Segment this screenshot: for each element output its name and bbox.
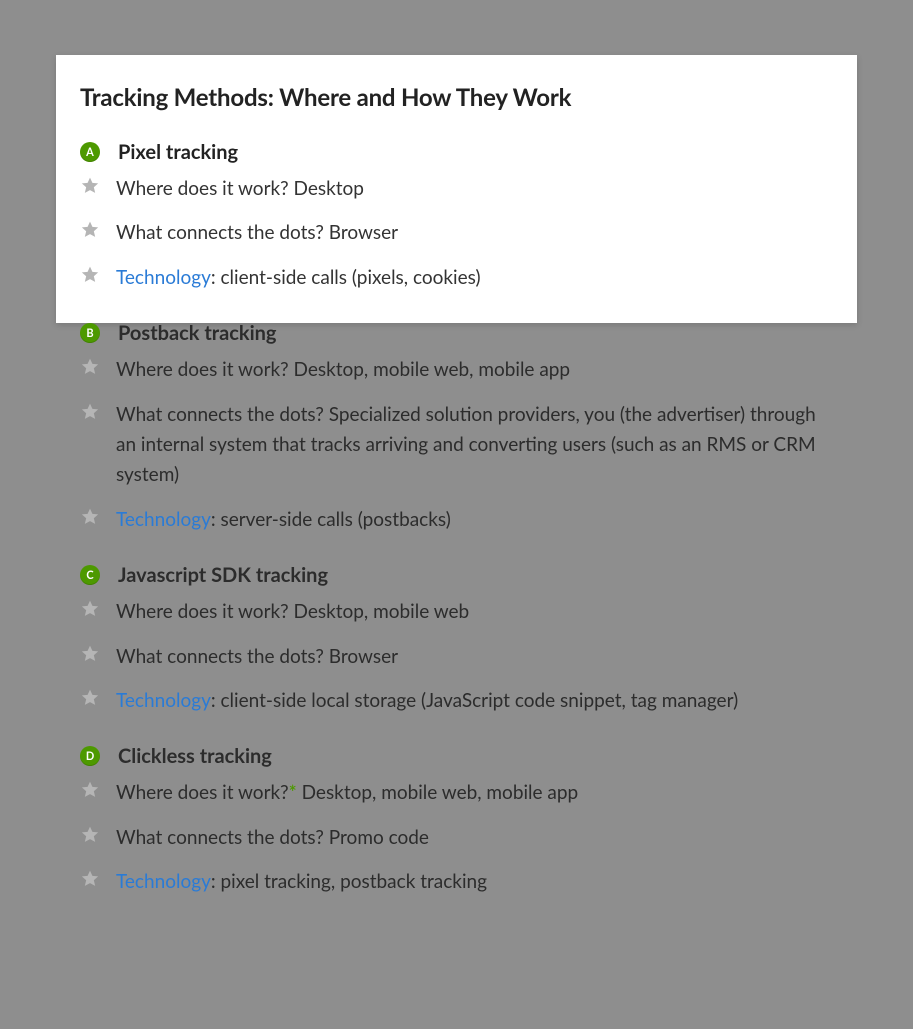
list-item: Where does it work?* Desktop, mobile web… bbox=[80, 778, 833, 808]
row-text: Where does it work? Desktop, mobile web bbox=[116, 597, 469, 627]
row-pretext: Where does it work? bbox=[116, 781, 289, 804]
row-suffix: : pixel tracking, postback tracking bbox=[211, 870, 487, 893]
row-suffix: : client-side calls (pixels, cookies) bbox=[211, 266, 481, 289]
section-badge: D bbox=[80, 746, 100, 766]
section-a: A Pixel tracking Where does it work? Des… bbox=[80, 140, 833, 293]
section-d: D Clickless tracking Where does it work?… bbox=[80, 744, 833, 897]
star-icon bbox=[80, 869, 100, 889]
footnote-asterisk: * bbox=[289, 781, 297, 804]
row-suffix: Desktop, mobile web, mobile app bbox=[297, 781, 578, 804]
star-icon bbox=[80, 507, 100, 527]
star-icon bbox=[80, 825, 100, 845]
section-c: C Javascript SDK tracking Where does it … bbox=[80, 563, 833, 716]
section-title: Pixel tracking bbox=[118, 140, 238, 164]
section-badge: A bbox=[80, 142, 100, 162]
section-header: A Pixel tracking bbox=[80, 140, 833, 164]
list-item: Technology: client-side local storage (J… bbox=[80, 686, 833, 716]
row-suffix: : client-side local storage (JavaScript … bbox=[211, 689, 738, 712]
section-b: B Postback tracking Where does it work? … bbox=[80, 321, 833, 535]
star-icon bbox=[80, 780, 100, 800]
row-text: Technology: client-side calls (pixels, c… bbox=[116, 263, 481, 293]
row-text: What connects the dots? Specialized solu… bbox=[116, 400, 833, 491]
section-title: Postback tracking bbox=[118, 321, 277, 345]
row-text: Technology: pixel tracking, postback tra… bbox=[116, 867, 487, 897]
section-header: D Clickless tracking bbox=[80, 744, 833, 768]
section-header: C Javascript SDK tracking bbox=[80, 563, 833, 587]
row-suffix: : server-side calls (postbacks) bbox=[211, 508, 451, 531]
content-region: Tracking Methods: Where and How They Wor… bbox=[56, 55, 857, 965]
row-text: What connects the dots? Browser bbox=[116, 218, 398, 248]
section-header: B Postback tracking bbox=[80, 321, 833, 345]
list-item: Where does it work? Desktop, mobile web bbox=[80, 597, 833, 627]
list-item: Where does it work? Desktop, mobile web,… bbox=[80, 355, 833, 385]
star-icon bbox=[80, 357, 100, 377]
section-title: Javascript SDK tracking bbox=[118, 563, 328, 587]
card-inner: Tracking Methods: Where and How They Wor… bbox=[56, 55, 857, 965]
card-container: Tracking Methods: Where and How They Wor… bbox=[56, 55, 857, 965]
star-icon bbox=[80, 220, 100, 240]
list-item: Technology: pixel tracking, postback tra… bbox=[80, 867, 833, 897]
row-text: Technology: client-side local storage (J… bbox=[116, 686, 738, 716]
row-text: What connects the dots? Browser bbox=[116, 642, 398, 672]
section-title: Clickless tracking bbox=[118, 744, 272, 768]
technology-link[interactable]: Technology bbox=[116, 266, 211, 289]
list-item: What connects the dots? Promo code bbox=[80, 823, 833, 853]
star-icon bbox=[80, 265, 100, 285]
list-item: What connects the dots? Browser bbox=[80, 218, 833, 248]
star-icon bbox=[80, 688, 100, 708]
list-item: What connects the dots? Browser bbox=[80, 642, 833, 672]
star-icon bbox=[80, 644, 100, 664]
row-text: Where does it work? Desktop bbox=[116, 174, 364, 204]
list-item: Where does it work? Desktop bbox=[80, 174, 833, 204]
technology-link[interactable]: Technology bbox=[116, 870, 211, 893]
list-item: Technology: client-side calls (pixels, c… bbox=[80, 263, 833, 293]
section-badge: C bbox=[80, 565, 100, 585]
star-icon bbox=[80, 176, 100, 196]
row-text: Where does it work?* Desktop, mobile web… bbox=[116, 778, 578, 808]
technology-link[interactable]: Technology bbox=[116, 508, 211, 531]
list-item: Technology: server-side calls (postbacks… bbox=[80, 505, 833, 535]
star-icon bbox=[80, 599, 100, 619]
row-text: What connects the dots? Promo code bbox=[116, 823, 429, 853]
star-icon bbox=[80, 402, 100, 422]
list-item: What connects the dots? Specialized solu… bbox=[80, 400, 833, 491]
row-text: Where does it work? Desktop, mobile web,… bbox=[116, 355, 570, 385]
page-title: Tracking Methods: Where and How They Wor… bbox=[80, 83, 833, 112]
row-text: Technology: server-side calls (postbacks… bbox=[116, 505, 451, 535]
page-root: Tracking Methods: Where and How They Wor… bbox=[0, 0, 913, 1029]
section-badge: B bbox=[80, 323, 100, 343]
technology-link[interactable]: Technology bbox=[116, 689, 211, 712]
